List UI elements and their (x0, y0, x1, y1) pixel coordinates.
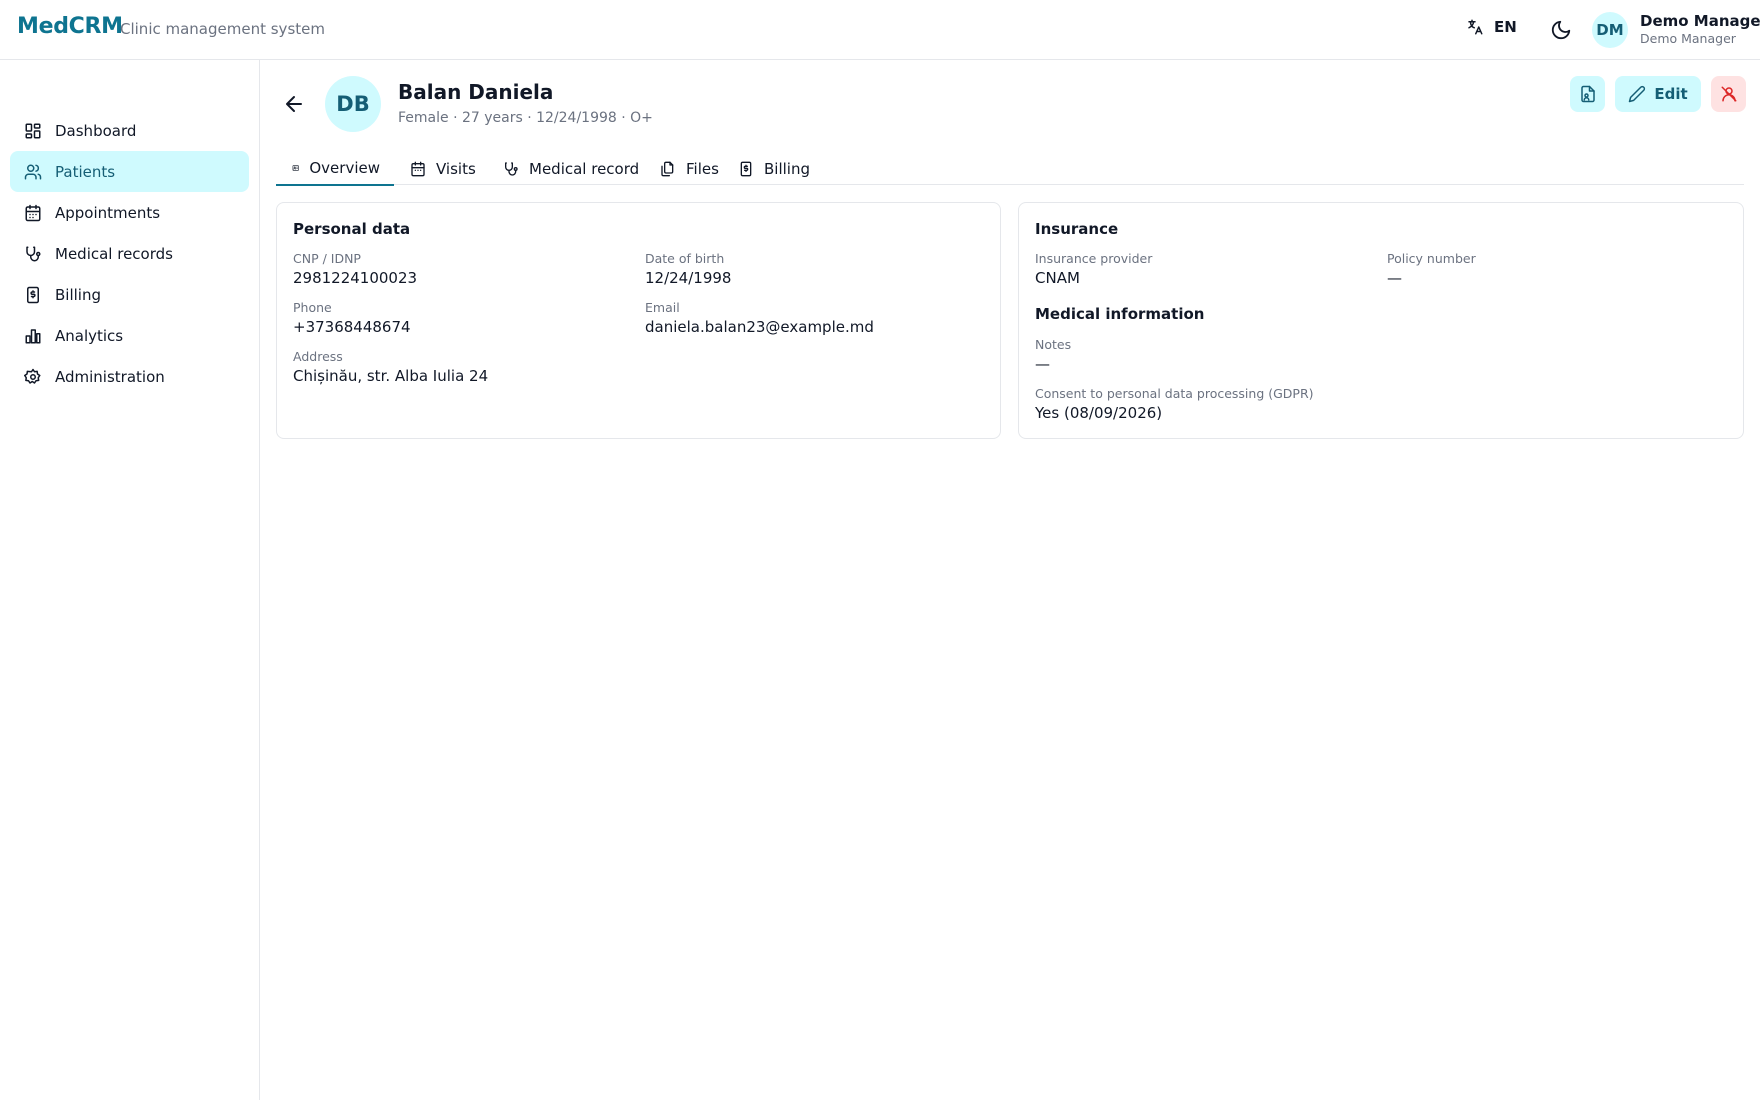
sidebar-item-label: Billing (55, 285, 101, 304)
policy-number-label: Policy number (1387, 251, 1476, 266)
patient-name: Balan Daniela (398, 80, 554, 104)
brand-logo[interactable]: MedCRM (17, 14, 123, 39)
user-avatar[interactable]: DM (1592, 12, 1628, 48)
sidebar-item-appointments[interactable]: Appointments (10, 192, 249, 233)
sidebar-item-analytics[interactable]: Analytics (10, 315, 249, 356)
sidebar-item-medical-records[interactable]: Medical records (10, 233, 249, 274)
tab-overview[interactable]: Overview (276, 152, 394, 186)
dashboard-icon (25, 123, 41, 138)
insurance-card: Insurance Insurance provider CNAM Policy… (1018, 202, 1744, 439)
address-label: Address (293, 349, 343, 364)
edit-button-label: Edit (1654, 85, 1688, 103)
language-label: EN (1494, 18, 1517, 36)
main-content: DB Balan Daniela Female · 27 years · 12/… (260, 60, 1760, 1100)
sidebar-item-label: Analytics (55, 326, 124, 345)
insurance-provider-label: Insurance provider (1035, 251, 1153, 266)
calendar-icon (411, 161, 425, 177)
users-icon (24, 164, 42, 179)
gdpr-consent-value: Yes (08/09/2026) (1035, 404, 1163, 422)
personal-data-title: Personal data (293, 220, 411, 238)
tab-label: Billing (764, 160, 810, 178)
file-user-icon (1580, 85, 1595, 103)
sidebar-item-administration[interactable]: Administration (10, 356, 249, 397)
receipt-dollar-icon (27, 286, 39, 303)
policy-number-value: — (1387, 269, 1402, 287)
cnp-label: CNP / IDNP (293, 251, 361, 266)
email-value: daniela.balan23@example.md (645, 318, 874, 336)
tab-label: Overview (309, 159, 380, 177)
medical-info-title: Medical information (1035, 305, 1205, 323)
sidebar-item-label: Medical records (55, 244, 173, 263)
top-bar: MedCRM Clinic management system EN DM De… (0, 0, 1760, 60)
receipt-dollar-icon (740, 161, 752, 177)
sidebar-item-billing[interactable]: Billing (10, 274, 249, 315)
translate-icon (1468, 19, 1483, 35)
tab-label: Files (686, 160, 719, 178)
tab-files[interactable]: Files (644, 152, 733, 186)
insurance-title: Insurance (1035, 220, 1119, 238)
patient-meta: Female · 27 years · 12/24/1998 · O+ (398, 110, 653, 126)
user-role: Demo Manager (1640, 31, 1736, 46)
sidebar-item-label: Patients (55, 162, 116, 181)
email-label: Email (645, 300, 680, 315)
stethoscope-icon (505, 162, 518, 176)
calendar-icon (25, 204, 41, 221)
gdpr-consent-label: Consent to personal data processing (GDP… (1035, 386, 1314, 401)
notes-label: Notes (1035, 337, 1072, 352)
dob-label: Date of birth (645, 251, 725, 266)
id-card-icon (292, 165, 299, 171)
gear-icon (24, 368, 41, 384)
address-value: Chișinău, str. Alba Iulia 24 (293, 367, 489, 385)
sidebar-item-dashboard[interactable]: Dashboard (10, 110, 249, 151)
dob-value: 12/24/1998 (645, 269, 732, 287)
user-x-icon (1721, 86, 1736, 102)
deactivate-patient-button[interactable] (1711, 76, 1746, 112)
user-name: Demo Manager (1640, 12, 1760, 30)
phone-label: Phone (293, 300, 332, 315)
pencil-icon (1629, 85, 1646, 103)
notes-value: — (1035, 355, 1050, 373)
tab-label: Medical record (529, 160, 640, 178)
personal-data-card: Personal data CNP / IDNP 2981224100023 D… (276, 202, 1001, 439)
sidebar-item-label: Dashboard (55, 121, 137, 140)
moon-icon[interactable] (1550, 19, 1572, 41)
files-icon (661, 161, 674, 177)
sidebar-item-label: Appointments (55, 203, 161, 222)
phone-value: +37368448674 (293, 318, 411, 336)
sidebar-nav: Dashboard Patients Appointments Medical … (10, 110, 249, 397)
brand-subtitle: Clinic management system (120, 20, 325, 38)
document-button[interactable] (1570, 76, 1605, 112)
tab-label: Visits (436, 160, 476, 178)
edit-button[interactable]: Edit (1615, 76, 1701, 112)
arrow-left-icon[interactable] (282, 92, 306, 116)
tab-billing[interactable]: Billing (722, 152, 824, 186)
tab-medical-record[interactable]: Medical record (487, 152, 653, 186)
cnp-value: 2981224100023 (293, 269, 418, 287)
language-switcher[interactable]: EN (1466, 18, 1517, 36)
insurance-provider-value: CNAM (1035, 269, 1080, 287)
tab-visits[interactable]: Visits (394, 152, 490, 186)
bar-chart-icon (25, 328, 41, 343)
sidebar-item-patients[interactable]: Patients (10, 151, 249, 192)
stethoscope-icon (26, 246, 41, 261)
sidebar: Dashboard Patients Appointments Medical … (0, 60, 260, 1100)
patient-avatar: DB (325, 76, 381, 132)
sidebar-item-label: Administration (55, 367, 165, 386)
